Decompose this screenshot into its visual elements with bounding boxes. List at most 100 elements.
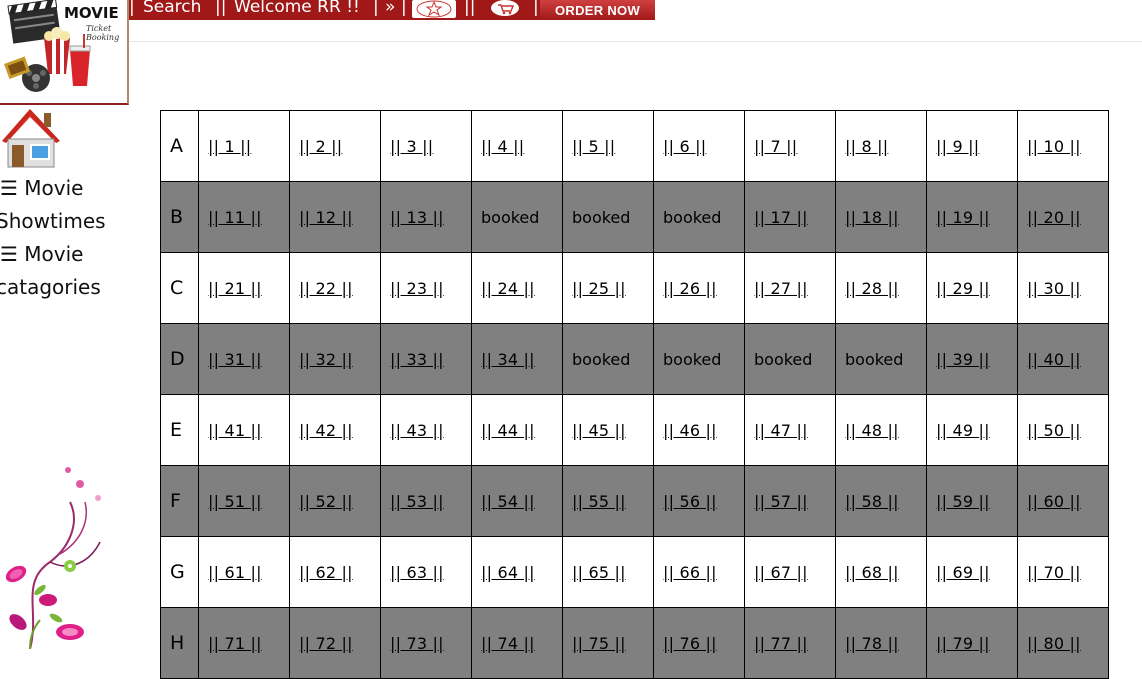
seat-link[interactable]: || 40 || <box>1027 350 1081 369</box>
seat-link[interactable]: || 8 || <box>845 137 888 156</box>
seat-link[interactable]: || 1 || <box>208 137 251 156</box>
seat-link[interactable]: || 73 || <box>390 634 444 653</box>
seat-link[interactable]: || 22 || <box>299 279 353 298</box>
row-label: G <box>160 536 199 608</box>
seat-link[interactable]: || 26 || <box>663 279 717 298</box>
seat-link[interactable]: || 55 || <box>572 492 626 511</box>
favorites-star-icon[interactable] <box>412 0 456 18</box>
seat-link[interactable]: || 17 || <box>754 208 808 227</box>
seat-link[interactable]: || 48 || <box>845 421 899 440</box>
seat-link[interactable]: || 80 || <box>1027 634 1081 653</box>
seat-link[interactable]: || 33 || <box>390 350 444 369</box>
seat-link[interactable]: || 39 || <box>936 350 990 369</box>
seat-link[interactable]: || 71 || <box>208 634 262 653</box>
seat-link[interactable]: || 58 || <box>845 492 899 511</box>
seat-cell: || 57 || <box>744 465 836 537</box>
seat-link[interactable]: || 27 || <box>754 279 808 298</box>
seat-link[interactable]: || 68 || <box>845 563 899 582</box>
seat-link[interactable]: || 2 || <box>299 137 342 156</box>
seat-link[interactable]: || 21 || <box>208 279 262 298</box>
seat-link[interactable]: || 79 || <box>936 634 990 653</box>
seat-link[interactable]: || 4 || <box>481 137 524 156</box>
seat-cell: || 63 || <box>380 536 472 608</box>
seat-link[interactable]: || 3 || <box>390 137 433 156</box>
nav-separator: | <box>129 0 135 17</box>
movie-showtimes-link[interactable]: ☰ Movie Showtimes <box>0 172 106 238</box>
seat-link[interactable]: || 51 || <box>208 492 262 511</box>
seat-link[interactable]: || 72 || <box>299 634 353 653</box>
seat-link[interactable]: || 77 || <box>754 634 808 653</box>
seat-link[interactable]: || 23 || <box>390 279 444 298</box>
seat-cell: || 71 || <box>198 607 290 679</box>
seat-link[interactable]: || 53 || <box>390 492 444 511</box>
seat-cell: || 39 || <box>926 323 1018 395</box>
seat-cell: || 56 || <box>653 465 745 537</box>
seat-link[interactable]: || 32 || <box>299 350 353 369</box>
seat-link[interactable]: || 67 || <box>754 563 808 582</box>
seat-link[interactable]: || 62 || <box>299 563 353 582</box>
site-logo[interactable]: MOVIE Ticket Booking <box>0 0 129 105</box>
seat-link[interactable]: || 13 || <box>390 208 444 227</box>
seat-link[interactable]: || 76 || <box>663 634 717 653</box>
seat-link[interactable]: || 12 || <box>299 208 353 227</box>
seat-link[interactable]: || 75 || <box>572 634 626 653</box>
seat-link[interactable]: || 42 || <box>299 421 353 440</box>
seat-link[interactable]: || 60 || <box>1027 492 1081 511</box>
seat-link[interactable]: || 45 || <box>572 421 626 440</box>
seat-link[interactable]: || 6 || <box>663 137 706 156</box>
seat-link[interactable]: || 30 || <box>1027 279 1081 298</box>
seat-link[interactable]: || 69 || <box>936 563 990 582</box>
seat-link[interactable]: || 59 || <box>936 492 990 511</box>
seat-link[interactable]: || 11 || <box>208 208 262 227</box>
seat-link[interactable]: || 65 || <box>572 563 626 582</box>
home-icon[interactable] <box>0 105 62 169</box>
seat-link[interactable]: || 18 || <box>845 208 899 227</box>
seat-link[interactable]: || 63 || <box>390 563 444 582</box>
seat-link[interactable]: || 43 || <box>390 421 444 440</box>
seat-link[interactable]: || 25 || <box>572 279 626 298</box>
seat-link[interactable]: || 7 || <box>754 137 797 156</box>
order-now-button[interactable]: ORDER NOW <box>540 0 655 20</box>
seat-link[interactable]: || 56 || <box>663 492 717 511</box>
seat-link[interactable]: || 29 || <box>936 279 990 298</box>
seat-link[interactable]: || 34 || <box>481 350 535 369</box>
decorative-flower-image <box>5 467 101 649</box>
seat-link[interactable]: || 46 || <box>663 421 717 440</box>
seat-link[interactable]: || 49 || <box>936 421 990 440</box>
cart-icon[interactable] <box>489 0 521 18</box>
seat-link[interactable]: || 9 || <box>936 137 979 156</box>
seat-cell: || 28 || <box>835 252 927 324</box>
seat-cell: || 43 || <box>380 394 472 466</box>
seat-link[interactable]: || 47 || <box>754 421 808 440</box>
seat-link[interactable]: || 19 || <box>936 208 990 227</box>
welcome-link[interactable]: Welcome RR !! <box>234 0 360 17</box>
seat-cell: || 4 || <box>471 110 563 182</box>
seat-link[interactable]: || 57 || <box>754 492 808 511</box>
seat-link[interactable]: || 24 || <box>481 279 535 298</box>
seat-link[interactable]: || 10 || <box>1027 137 1081 156</box>
seat-link[interactable]: || 74 || <box>481 634 535 653</box>
seat-link[interactable]: || 44 || <box>481 421 535 440</box>
seat-link[interactable]: || 70 || <box>1027 563 1081 582</box>
seat-link[interactable]: || 41 || <box>208 421 262 440</box>
seat-link[interactable]: || 78 || <box>845 634 899 653</box>
seat-link[interactable]: || 28 || <box>845 279 899 298</box>
seat-link[interactable]: || 52 || <box>299 492 353 511</box>
seat-link[interactable]: || 61 || <box>208 563 262 582</box>
seat-cell: || 27 || <box>744 252 836 324</box>
seat-link[interactable]: || 5 || <box>572 137 615 156</box>
movie-categories-link[interactable]: ☰ Movie catagories <box>0 238 101 304</box>
search-link[interactable]: Search <box>143 0 201 17</box>
seat-cell: || 52 || <box>289 465 381 537</box>
seat-cell: || 24 || <box>471 252 563 324</box>
seat-link[interactable]: || 64 || <box>481 563 535 582</box>
seat-link[interactable]: || 20 || <box>1027 208 1081 227</box>
seat-link[interactable]: || 50 || <box>1027 421 1081 440</box>
seat-link[interactable]: || 54 || <box>481 492 535 511</box>
seat-link[interactable]: || 66 || <box>663 563 717 582</box>
seat-cell: || 23 || <box>380 252 472 324</box>
seat-link[interactable]: || 31 || <box>208 350 262 369</box>
seat-cell: || 31 || <box>198 323 290 395</box>
more-arrow-link[interactable]: » <box>385 0 395 17</box>
seat-cell: || 64 || <box>471 536 563 608</box>
